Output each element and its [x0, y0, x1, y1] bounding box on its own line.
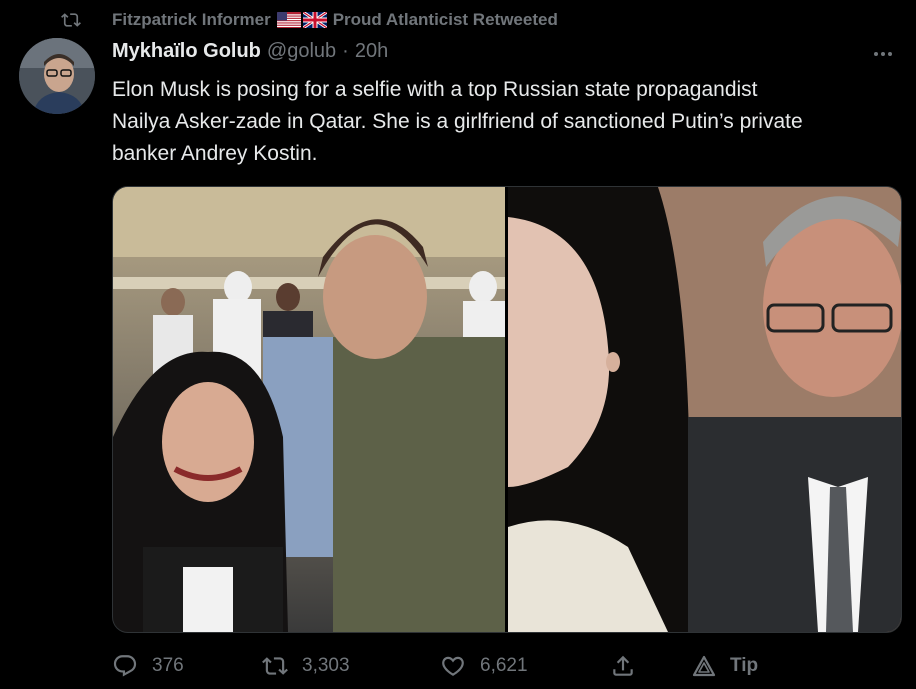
photo-portraits[interactable] [508, 187, 901, 632]
retweet-button[interactable]: 3,303 [262, 653, 440, 679]
photo-selfie[interactable] [113, 187, 505, 632]
tweet-text-line: Nailya Asker-zade in Qatar. She is a gir… [112, 110, 803, 133]
retweet-context-text: Proud Atlanticist Retweeted [332, 10, 558, 29]
tip-icon [692, 655, 716, 677]
retweet-icon [61, 13, 81, 27]
avatar-image [19, 38, 95, 114]
more-options-button[interactable] [868, 42, 898, 66]
share-icon [613, 655, 633, 676]
avatar[interactable] [19, 38, 95, 114]
heart-icon [442, 656, 464, 676]
social-context[interactable]: Fitzpatrick Informer Proud Atlanticist R… [61, 8, 558, 32]
us-flag-icon [276, 12, 301, 28]
tweet-text-line: Elon Musk is posing for a selfie with a … [112, 78, 758, 101]
retweet-icon [262, 657, 288, 675]
tweet-actions: 376 3,303 6,621 Tip [112, 648, 802, 684]
like-count: 6,621 [480, 655, 528, 676]
retweeter-name[interactable]: Fitzpatrick Informer [112, 10, 271, 30]
tweet-header: Mykhaïlo Golub @golub · 20h [112, 40, 388, 63]
uk-flag-icon [302, 12, 327, 28]
share-button[interactable] [610, 653, 692, 679]
selfie-photo-image [113, 187, 505, 632]
tweet-text-line: banker Andrey Kostin. [112, 142, 318, 165]
tip-label: Tip [730, 655, 759, 676]
more-dot [881, 52, 885, 56]
tweet-text: Elon Musk is posing for a selfie with a … [112, 74, 902, 170]
author-handle[interactable]: @golub [267, 40, 336, 63]
tweet-media[interactable] [112, 186, 902, 633]
more-dot [888, 52, 892, 56]
like-button[interactable]: 6,621 [440, 653, 610, 679]
tip-button[interactable]: Tip [692, 655, 758, 677]
portraits-photo-image [508, 187, 901, 632]
reply-button[interactable]: 376 [112, 653, 262, 679]
reply-count: 376 [152, 655, 184, 676]
more-dot [874, 52, 878, 56]
author-name[interactable]: Mykhaïlo Golub [112, 40, 261, 63]
retweet-count: 3,303 [302, 655, 350, 676]
reply-icon [113, 655, 137, 677]
separator-dot: · [342, 40, 349, 62]
tweet-timestamp[interactable]: 20h [355, 40, 388, 63]
